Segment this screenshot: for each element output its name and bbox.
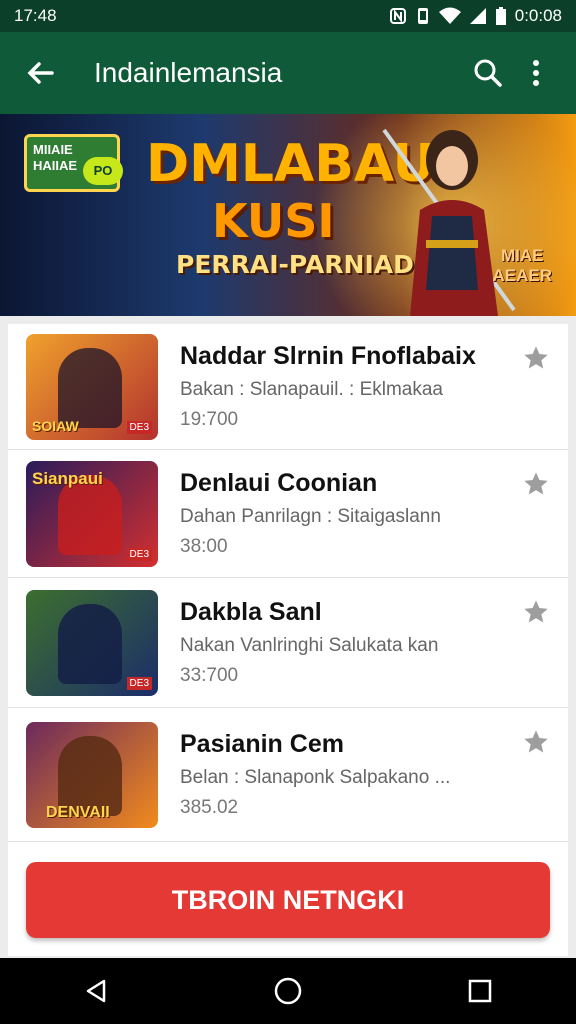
- item-description: Dahan Panrilagn : Sitaigaslann: [180, 506, 441, 527]
- item-title: Denlaui Coonian: [180, 469, 378, 497]
- star-icon[interactable]: [522, 470, 550, 498]
- banner-corner-badge: MIAE AEAER: [492, 246, 552, 286]
- status-clock-right: 0:0:08: [514, 6, 562, 25]
- thumbnail-tag: DE3: [126, 420, 152, 434]
- promo-banner[interactable]: MIIAIE HAIIAE PO DMLABAUI KUSI PERRAI-PA…: [0, 114, 576, 316]
- signal-icon: [469, 7, 487, 25]
- list-item[interactable]: SOIAW DE3 Naddar Slrnin Fnoflabaix Bakan…: [8, 324, 568, 450]
- hero-character: [374, 120, 524, 316]
- item-title: Pasianin Cem: [180, 730, 344, 758]
- vibrate-icon: [415, 7, 431, 25]
- game-thumbnail: DE3: [26, 589, 158, 696]
- thumbnail-tag: DE3: [126, 547, 152, 561]
- banner-headline-2: KUSI: [212, 194, 335, 248]
- game-thumbnail: DENVAII: [26, 721, 158, 828]
- item-value: 385.02: [180, 797, 239, 818]
- home-circle-icon[interactable]: [261, 964, 315, 1018]
- thumbnail-caption: Sianpaui: [32, 468, 103, 488]
- thumbnail-figure: [58, 603, 122, 684]
- item-description: Belan : Slanaponk Salpakano ...: [180, 767, 451, 788]
- star-icon[interactable]: [522, 728, 550, 756]
- corner-text-1: MIAE: [500, 246, 544, 265]
- game-thumbnail: SOIAW DE3: [26, 333, 158, 440]
- star-icon[interactable]: [522, 598, 550, 626]
- item-description: Nakan Vanlringhi Salukata kan: [180, 635, 439, 656]
- item-title: Naddar Slrnin Fnoflabaix: [180, 342, 476, 370]
- list-item[interactable]: DE3 Dakbla Sanl Nakan Vanlringhi Salukat…: [8, 578, 568, 708]
- primary-action-button[interactable]: TBROIN NETNGKI: [26, 862, 550, 938]
- search-icon[interactable]: [464, 49, 512, 97]
- item-value: 38:00: [180, 536, 228, 557]
- recents-square-icon[interactable]: [453, 964, 507, 1018]
- thumbnail-figure: [58, 347, 122, 428]
- list-item[interactable]: Sianpaui DE3 Denlaui Coonian Dahan Panri…: [8, 450, 568, 578]
- corner-text-2: AEAER: [492, 266, 552, 285]
- page-title: Indainlemansia: [94, 57, 283, 88]
- game-thumbnail: Sianpaui DE3: [26, 460, 158, 567]
- status-bar: 17:48 0:0:08: [0, 0, 576, 32]
- item-title: Dakbla Sanl: [180, 598, 322, 626]
- thumbnail-tag: DE3: [126, 676, 152, 690]
- battery-icon: [495, 7, 507, 25]
- thumbnail-caption: SOIAW: [32, 417, 79, 434]
- app-bar: Indainlemansia: [0, 32, 576, 114]
- status-time: 17:48: [14, 6, 57, 25]
- game-logo: MIIAIE HAIIAE PO: [24, 134, 123, 192]
- star-icon[interactable]: [522, 344, 550, 372]
- nfc-icon: [389, 7, 407, 25]
- back-arrow-icon[interactable]: [16, 49, 64, 97]
- logo-badge: PO: [83, 157, 123, 185]
- back-triangle-icon[interactable]: [69, 964, 123, 1018]
- thumbnail-caption: DENVAII: [46, 803, 110, 821]
- item-description: Bakan : Slanapauil. : Eklmakaa: [180, 379, 443, 400]
- item-value: 33:700: [180, 665, 239, 686]
- wifi-icon: [438, 7, 461, 25]
- system-nav-bar: [0, 958, 576, 1024]
- more-vert-icon[interactable]: [512, 49, 560, 97]
- list-item[interactable]: DENVAII Pasianin Cem Belan : Slanaponk S…: [8, 708, 568, 842]
- item-value: 19:700: [180, 409, 239, 430]
